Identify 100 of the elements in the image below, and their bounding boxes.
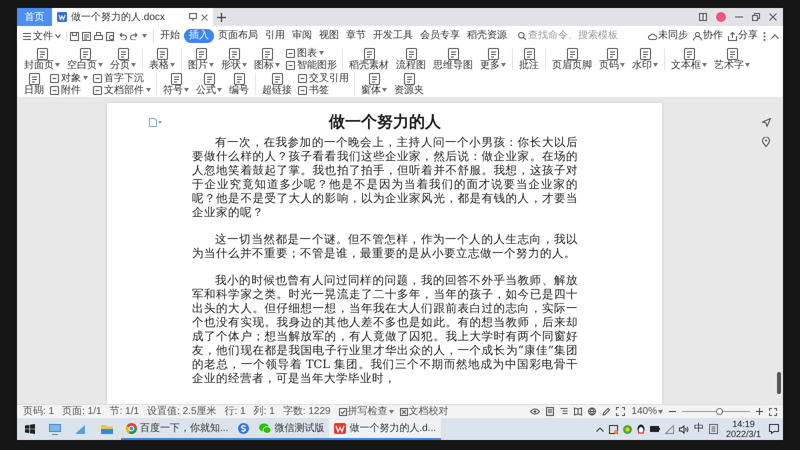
close-icon[interactable] <box>769 13 777 21</box>
menu-tab[interactable]: 章节 <box>343 29 369 43</box>
battery-icon[interactable] <box>650 426 660 432</box>
person-icon <box>693 32 702 40</box>
notification-icon[interactable] <box>769 424 779 434</box>
ribbon-button[interactable]: 图表 <box>286 48 337 58</box>
ribbon-button[interactable]: 公式 <box>195 72 223 96</box>
ribbon-button[interactable]: 封面页 <box>23 48 61 70</box>
menu-tab[interactable]: 开始 <box>157 29 183 43</box>
ribbon-button[interactable]: 形状 <box>220 48 248 70</box>
print-preview-icon[interactable] <box>106 32 115 40</box>
folder-icon[interactable] <box>101 424 113 434</box>
ribbon-button[interactable]: 文档部件 <box>93 84 151 96</box>
ribbon-button[interactable]: 空白页 <box>66 48 104 70</box>
input-language[interactable]: 中 <box>694 423 704 435</box>
menu-tab[interactable]: 开发工具 <box>370 29 416 43</box>
document-tab[interactable]: 做一个努力的人.docx <box>52 8 213 26</box>
ribbon-button[interactable]: 编号 <box>228 72 250 96</box>
ribbon-button[interactable]: 日期 <box>23 72 45 96</box>
scrollbar-thumb[interactable] <box>777 372 781 394</box>
ribbon-button[interactable]: 页码 <box>598 48 626 70</box>
menu-tab[interactable]: 稻壳资源 <box>464 29 510 43</box>
ribbon-button[interactable]: 批注 <box>518 48 540 70</box>
ribbon-button[interactable]: 思维导图 <box>432 48 474 70</box>
reading-view-icon[interactable] <box>574 407 582 416</box>
caret-icon <box>275 63 280 67</box>
ribbon-button[interactable]: 图片 <box>187 48 215 70</box>
ribbon-button[interactable]: 艺术字 <box>713 48 751 70</box>
ribbon-button[interactable]: 分页 <box>109 48 137 70</box>
search-field[interactable]: 查找命令、搜索模板 <box>528 30 620 42</box>
ribbon-button[interactable]: 首字下沉 <box>93 72 151 84</box>
layout-icon[interactable] <box>699 13 707 21</box>
print-icon[interactable] <box>94 32 103 40</box>
more-options-icon[interactable] <box>763 32 766 40</box>
ribbon-button[interactable]: 水印 <box>631 48 659 70</box>
collapse-icon[interactable] <box>771 34 779 38</box>
status-field: 设置值: 2.5厘米 <box>147 406 217 418</box>
undo-icon[interactable] <box>118 32 127 40</box>
caret-icon[interactable] <box>142 34 147 38</box>
ribbon-button[interactable]: 更多 <box>479 48 507 70</box>
zoom-in-icon[interactable] <box>756 408 763 415</box>
spell-check-button[interactable]: 拼写检查 <box>338 406 394 418</box>
caret-icon <box>319 51 324 55</box>
ribbon-button[interactable]: 页眉页脚 <box>551 48 593 70</box>
restore-icon[interactable] <box>752 13 760 21</box>
menu-tab[interactable]: 页面布局 <box>215 29 261 43</box>
web-view-icon[interactable] <box>588 407 596 416</box>
ribbon-button[interactable]: 表格 <box>148 48 176 70</box>
taskbar-app[interactable]: 百度一下，你就知... <box>121 418 234 440</box>
speaker-icon[interactable] <box>678 424 689 434</box>
ribbon-button[interactable]: 交叉引用 <box>298 72 349 84</box>
ribbon-button[interactable]: 附件 <box>50 84 88 96</box>
zoom-out-icon[interactable] <box>669 408 676 415</box>
toolbar-button[interactable]: 未同步 <box>648 30 688 42</box>
file-menu[interactable]: 文件 <box>21 28 63 44</box>
ribbon-button[interactable]: 智能图形 <box>286 60 337 70</box>
caret-icon[interactable] <box>158 120 162 124</box>
add-tab-icon[interactable] <box>217 12 226 22</box>
ribbon-button[interactable]: 书签 <box>298 84 349 96</box>
clock[interactable]: 14:19 2022/3/1 <box>722 419 764 439</box>
save-icon[interactable] <box>70 32 79 40</box>
menu-tab[interactable]: 会员专享 <box>417 29 463 43</box>
avatar-icon[interactable] <box>716 12 726 22</box>
ribbon-button[interactable]: 流程图 <box>395 48 427 70</box>
windows-start-icon[interactable] <box>25 424 35 434</box>
app-tray-icon[interactable] <box>608 424 618 434</box>
menu-tab[interactable]: 插入 <box>184 29 214 43</box>
proofread-button[interactable]: 文档校对 <box>400 406 449 418</box>
caret-icon <box>658 410 663 414</box>
page-view-icon[interactable] <box>546 407 554 416</box>
ribbon-button[interactable]: 文本框 <box>670 48 708 70</box>
ribbon-button[interactable]: 稻壳素材 <box>348 48 390 70</box>
ribbon-button[interactable]: 符号 <box>162 72 190 96</box>
fullscreen-icon[interactable] <box>769 408 777 416</box>
ribbon-button[interactable]: 对象 <box>50 72 88 84</box>
ribbon-button[interactable]: 图标 <box>253 48 281 70</box>
redo-icon[interactable] <box>130 32 139 40</box>
toolbar-button[interactable]: 协作 <box>693 30 723 42</box>
send-icon[interactable] <box>762 118 770 127</box>
menu-tab[interactable]: 审阅 <box>289 29 315 43</box>
location-pin-icon[interactable] <box>762 137 770 147</box>
menu-icon <box>23 32 31 40</box>
chevron-up-icon[interactable] <box>596 426 604 432</box>
ribbon-button[interactable]: 资源夹 <box>393 72 425 96</box>
ribbon-button[interactable]: 超链接 <box>261 72 293 96</box>
outline-view-icon[interactable] <box>560 407 568 416</box>
menu-tab[interactable]: 引用 <box>262 29 288 43</box>
eye-icon[interactable] <box>530 408 540 415</box>
export-icon[interactable] <box>82 32 91 40</box>
network-icon[interactable] <box>664 424 674 434</box>
computer-icon[interactable] <box>49 424 61 434</box>
toolbar-button[interactable]: 分享 <box>728 30 758 42</box>
pen-icon[interactable] <box>602 407 610 416</box>
taskbar-app[interactable]: 做一个努力的人.d... <box>329 418 442 440</box>
fit-zoom-icon[interactable] <box>616 407 626 416</box>
slider-thumb[interactable] <box>716 408 723 415</box>
browser-icon <box>126 422 137 434</box>
ribbon-button[interactable]: 窗体 <box>360 72 388 96</box>
zoom-dropdown[interactable]: 140% <box>631 406 663 418</box>
menu-tab[interactable]: 视图 <box>316 29 342 43</box>
